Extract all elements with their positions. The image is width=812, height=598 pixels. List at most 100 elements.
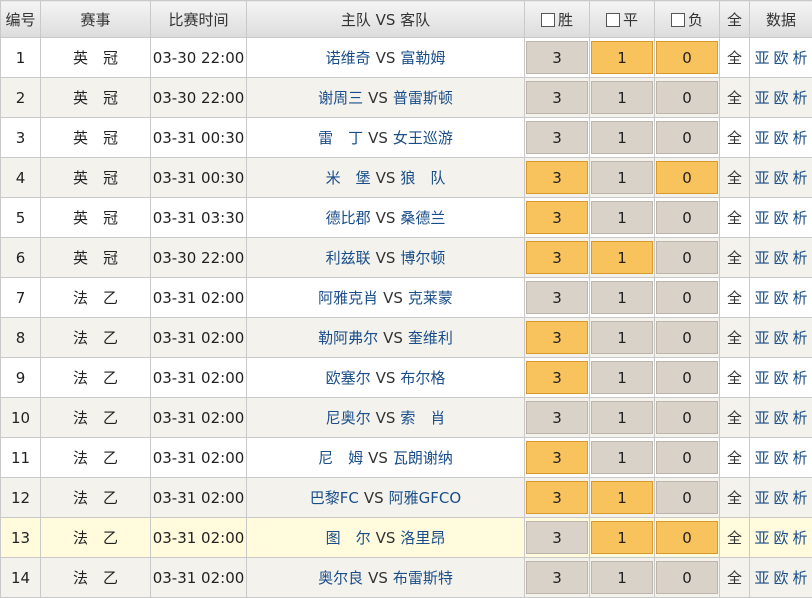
select-all-link[interactable]: 全 <box>720 558 750 598</box>
odds-draw-button[interactable]: 1 <box>591 81 653 114</box>
away-team-link[interactable]: 布雷斯特 <box>393 569 453 587</box>
odds-win-button[interactable]: 3 <box>526 441 588 474</box>
away-team-link[interactable]: 瓦朗谢纳 <box>393 449 453 467</box>
asia-odds-link[interactable]: 亚 <box>754 409 769 427</box>
away-team-link[interactable]: 洛里昂 <box>400 529 445 547</box>
odds-loss-button[interactable]: 0 <box>656 121 718 154</box>
col-header-draw[interactable]: 平 <box>590 1 655 38</box>
home-team-link[interactable]: 巴黎FC <box>310 489 359 507</box>
analysis-link[interactable]: 析 <box>793 49 808 67</box>
away-team-link[interactable]: 布尔格 <box>400 369 445 387</box>
odds-draw-button[interactable]: 1 <box>591 161 653 194</box>
europe-odds-link[interactable]: 欧 <box>773 129 788 147</box>
home-team-link[interactable]: 尼 姆 <box>318 449 363 467</box>
asia-odds-link[interactable]: 亚 <box>754 249 769 267</box>
odds-draw-button[interactable]: 1 <box>591 401 653 434</box>
europe-odds-link[interactable]: 欧 <box>773 369 788 387</box>
home-team-link[interactable]: 诺维奇 <box>326 49 371 67</box>
asia-odds-link[interactable]: 亚 <box>754 129 769 147</box>
home-team-link[interactable]: 德比郡 <box>326 209 371 227</box>
odds-win-button[interactable]: 3 <box>526 481 588 514</box>
asia-odds-link[interactable]: 亚 <box>754 569 769 587</box>
select-all-link[interactable]: 全 <box>720 158 750 198</box>
select-all-link[interactable]: 全 <box>720 398 750 438</box>
analysis-link[interactable]: 析 <box>793 329 808 347</box>
away-team-link[interactable]: 克莱蒙 <box>408 289 453 307</box>
europe-odds-link[interactable]: 欧 <box>773 249 788 267</box>
europe-odds-link[interactable]: 欧 <box>773 49 788 67</box>
odds-loss-button[interactable]: 0 <box>656 361 718 394</box>
select-all-link[interactable]: 全 <box>720 118 750 158</box>
select-all-link[interactable]: 全 <box>720 438 750 478</box>
asia-odds-link[interactable]: 亚 <box>754 489 769 507</box>
asia-odds-link[interactable]: 亚 <box>754 209 769 227</box>
odds-draw-button[interactable]: 1 <box>591 481 653 514</box>
odds-win-button[interactable]: 3 <box>526 521 588 554</box>
odds-loss-button[interactable]: 0 <box>656 41 718 74</box>
odds-draw-button[interactable]: 1 <box>591 361 653 394</box>
odds-loss-button[interactable]: 0 <box>656 481 718 514</box>
away-team-link[interactable]: 女王巡游 <box>393 129 453 147</box>
europe-odds-link[interactable]: 欧 <box>773 89 788 107</box>
odds-win-button[interactable]: 3 <box>526 121 588 154</box>
away-team-link[interactable]: 桑德兰 <box>400 209 445 227</box>
away-team-link[interactable]: 富勒姆 <box>400 49 445 67</box>
asia-odds-link[interactable]: 亚 <box>754 49 769 67</box>
home-team-link[interactable]: 图 尔 <box>326 529 371 547</box>
europe-odds-link[interactable]: 欧 <box>773 169 788 187</box>
away-team-link[interactable]: 博尔顿 <box>400 249 445 267</box>
odds-loss-button[interactable]: 0 <box>656 401 718 434</box>
europe-odds-link[interactable]: 欧 <box>773 289 788 307</box>
select-all-link[interactable]: 全 <box>720 78 750 118</box>
select-all-link[interactable]: 全 <box>720 478 750 518</box>
europe-odds-link[interactable]: 欧 <box>773 569 788 587</box>
analysis-link[interactable]: 析 <box>793 89 808 107</box>
asia-odds-link[interactable]: 亚 <box>754 289 769 307</box>
home-team-link[interactable]: 雷 丁 <box>318 129 363 147</box>
home-team-link[interactable]: 奥尔良 <box>318 569 363 587</box>
europe-odds-link[interactable]: 欧 <box>773 409 788 427</box>
odds-win-button[interactable]: 3 <box>526 401 588 434</box>
analysis-link[interactable]: 析 <box>793 449 808 467</box>
europe-odds-link[interactable]: 欧 <box>773 449 788 467</box>
analysis-link[interactable]: 析 <box>793 289 808 307</box>
home-team-link[interactable]: 谢周三 <box>318 89 363 107</box>
select-all-link[interactable]: 全 <box>720 198 750 238</box>
odds-win-button[interactable]: 3 <box>526 41 588 74</box>
odds-loss-button[interactable]: 0 <box>656 81 718 114</box>
analysis-link[interactable]: 析 <box>793 129 808 147</box>
odds-loss-button[interactable]: 0 <box>656 521 718 554</box>
odds-win-button[interactable]: 3 <box>526 201 588 234</box>
odds-win-button[interactable]: 3 <box>526 241 588 274</box>
analysis-link[interactable]: 析 <box>793 209 808 227</box>
asia-odds-link[interactable]: 亚 <box>754 329 769 347</box>
home-team-link[interactable]: 尼奥尔 <box>326 409 371 427</box>
europe-odds-link[interactable]: 欧 <box>773 329 788 347</box>
asia-odds-link[interactable]: 亚 <box>754 169 769 187</box>
away-team-link[interactable]: 普雷斯顿 <box>393 89 453 107</box>
odds-draw-button[interactable]: 1 <box>591 441 653 474</box>
europe-odds-link[interactable]: 欧 <box>773 489 788 507</box>
select-all-link[interactable]: 全 <box>720 318 750 358</box>
asia-odds-link[interactable]: 亚 <box>754 369 769 387</box>
asia-odds-link[interactable]: 亚 <box>754 529 769 547</box>
odds-loss-button[interactable]: 0 <box>656 201 718 234</box>
odds-draw-button[interactable]: 1 <box>591 281 653 314</box>
odds-draw-button[interactable]: 1 <box>591 41 653 74</box>
odds-draw-button[interactable]: 1 <box>591 201 653 234</box>
win-select-all-checkbox[interactable] <box>541 13 555 27</box>
asia-odds-link[interactable]: 亚 <box>754 89 769 107</box>
odds-draw-button[interactable]: 1 <box>591 561 653 594</box>
odds-win-button[interactable]: 3 <box>526 321 588 354</box>
analysis-link[interactable]: 析 <box>793 529 808 547</box>
select-all-link[interactable]: 全 <box>720 518 750 558</box>
select-all-link[interactable]: 全 <box>720 358 750 398</box>
home-team-link[interactable]: 阿雅克肖 <box>318 289 378 307</box>
odds-win-button[interactable]: 3 <box>526 161 588 194</box>
loss-select-all-checkbox[interactable] <box>671 13 685 27</box>
away-team-link[interactable]: 狼 队 <box>400 169 445 187</box>
europe-odds-link[interactable]: 欧 <box>773 529 788 547</box>
odds-loss-button[interactable]: 0 <box>656 161 718 194</box>
col-header-win[interactable]: 胜 <box>525 1 590 38</box>
away-team-link[interactable]: 阿雅GFCO <box>389 489 462 507</box>
